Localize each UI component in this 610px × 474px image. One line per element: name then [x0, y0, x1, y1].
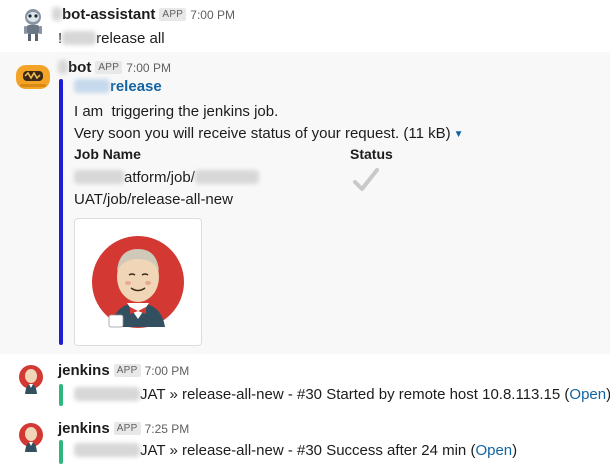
timestamp[interactable]: 7:00 PM — [145, 364, 190, 378]
app-badge: APP — [159, 8, 187, 21]
redacted-text — [74, 170, 124, 184]
bot-avatar[interactable] — [14, 62, 52, 92]
caret-down-icon[interactable]: ▼ — [454, 129, 464, 140]
status-header: Status — [350, 146, 393, 162]
sender-name[interactable]: jenkins — [58, 362, 110, 379]
message-jenkins-started: jenkins APP 7:00 PM JAT » release-all-new … — [0, 362, 610, 412]
redacted-text — [74, 387, 140, 401]
jenkins-avatar[interactable] — [18, 422, 44, 452]
robot-avatar[interactable] — [20, 8, 46, 42]
message-text: JAT » release-all-new - #30 Success afte… — [140, 442, 467, 459]
timestamp[interactable]: 7:00 PM — [190, 8, 235, 22]
redacted-text — [52, 7, 62, 21]
attachment-line-1: I am triggering the jenkins job. — [74, 103, 279, 120]
paren-close: ) — [512, 442, 518, 459]
timestamp[interactable]: 7:25 PM — [145, 422, 190, 436]
redacted-text — [74, 79, 110, 93]
redacted-text — [62, 31, 97, 45]
job-name-part-2: UAT/job/release-all-new — [74, 191, 233, 208]
app-badge: APP — [95, 61, 123, 74]
attachment-bar — [59, 440, 63, 464]
redacted-text — [194, 170, 259, 184]
message-bot-assistant: bot-assistant APP 7:00 PM ! release all — [0, 0, 610, 52]
paren-close: ) — [606, 386, 610, 403]
sender-name[interactable]: bot — [68, 59, 91, 76]
retro-robot-icon — [16, 65, 50, 89]
jenkins-image[interactable] — [74, 218, 202, 346]
attachment-line-2: Very soon you will receive status of you… — [74, 125, 400, 142]
jenkins-butler-icon — [19, 423, 43, 452]
jenkins-butler-icon — [92, 236, 184, 328]
message-jenkins-success: jenkins APP 7:25 PM JAT » release-all-new … — [0, 420, 610, 474]
attachment-bar — [59, 79, 63, 345]
robot-icon — [24, 9, 42, 41]
check-icon — [352, 166, 380, 194]
open-link[interactable]: Open — [569, 386, 606, 403]
sender-name[interactable]: jenkins — [58, 420, 110, 437]
app-badge: APP — [113, 364, 141, 377]
redacted-text — [74, 443, 140, 457]
app-badge: APP — [113, 422, 141, 435]
timestamp[interactable]: 7:00 PM — [126, 61, 171, 75]
message-text: JAT » release-all-new - #30 Started by r… — [140, 386, 561, 403]
attachment-bar — [59, 384, 63, 406]
attachment-title-link[interactable]: release — [110, 78, 162, 95]
file-size: (11 kB) — [403, 125, 451, 142]
open-link[interactable]: Open — [475, 442, 512, 459]
job-name-header: Job Name — [74, 146, 141, 162]
message-text: release all — [96, 30, 165, 47]
message-bot: bot APP 7:00 PM release I am triggering th… — [0, 52, 610, 354]
jenkins-avatar[interactable] — [18, 364, 44, 394]
redacted-text — [58, 60, 68, 74]
sender-name[interactable]: bot-assistant — [62, 6, 155, 23]
jenkins-butler-icon — [19, 365, 43, 394]
job-name-part-1: atform/job/ — [124, 169, 195, 186]
